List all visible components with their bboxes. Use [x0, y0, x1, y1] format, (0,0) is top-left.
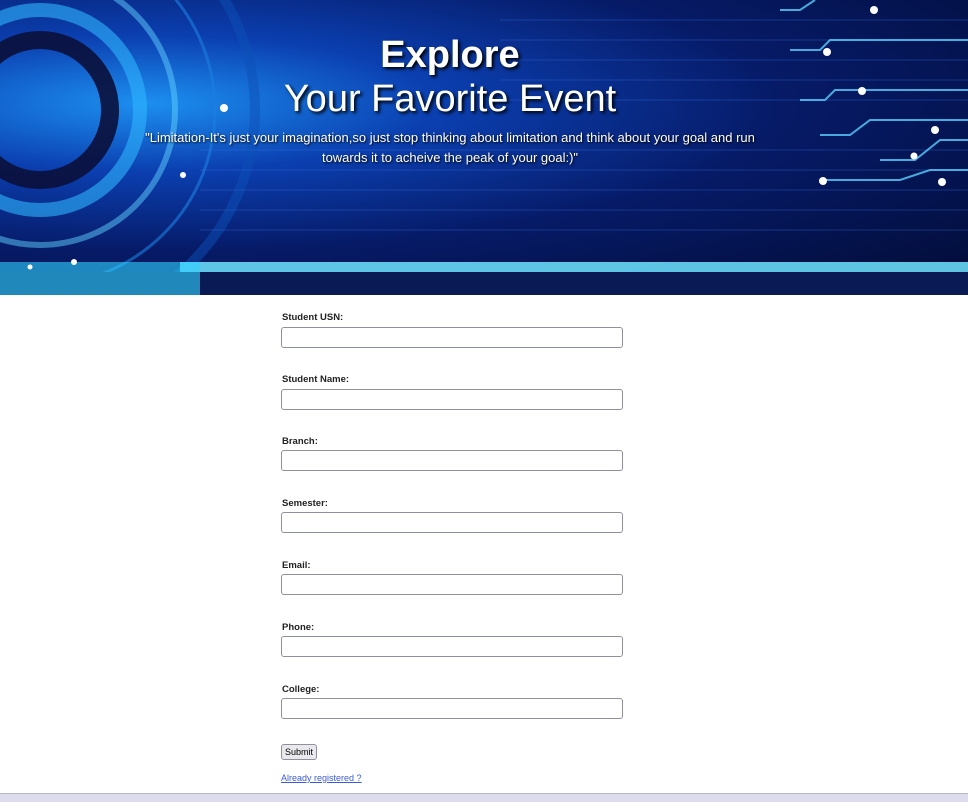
college-label: College: [282, 684, 320, 695]
student-name-label: Student Name: [282, 374, 350, 385]
student-usn-input[interactable] [281, 327, 623, 348]
branch-input[interactable] [281, 450, 623, 471]
phone-label: Phone: [282, 622, 315, 633]
hero-banner: Explore Your Favorite Event "Limitation-… [0, 0, 968, 295]
semester-input[interactable] [281, 512, 623, 533]
hero-quote: "Limitation-It's just your imagination,s… [145, 130, 755, 165]
student-usn-label: Student USN: [282, 312, 344, 323]
hero-subtitle: Your Favorite Event [283, 78, 617, 120]
email-label: Email: [282, 560, 311, 571]
branch-label: Branch: [282, 436, 318, 447]
already-registered-link[interactable]: Already registered ? [281, 773, 362, 783]
email-input[interactable] [281, 574, 623, 595]
college-input[interactable] [281, 698, 623, 719]
phone-input[interactable] [281, 636, 623, 657]
semester-label: Semester: [282, 498, 328, 509]
hero-title: Explore [380, 34, 520, 76]
submit-button[interactable]: Submit [281, 744, 318, 760]
student-name-input[interactable] [281, 389, 623, 410]
